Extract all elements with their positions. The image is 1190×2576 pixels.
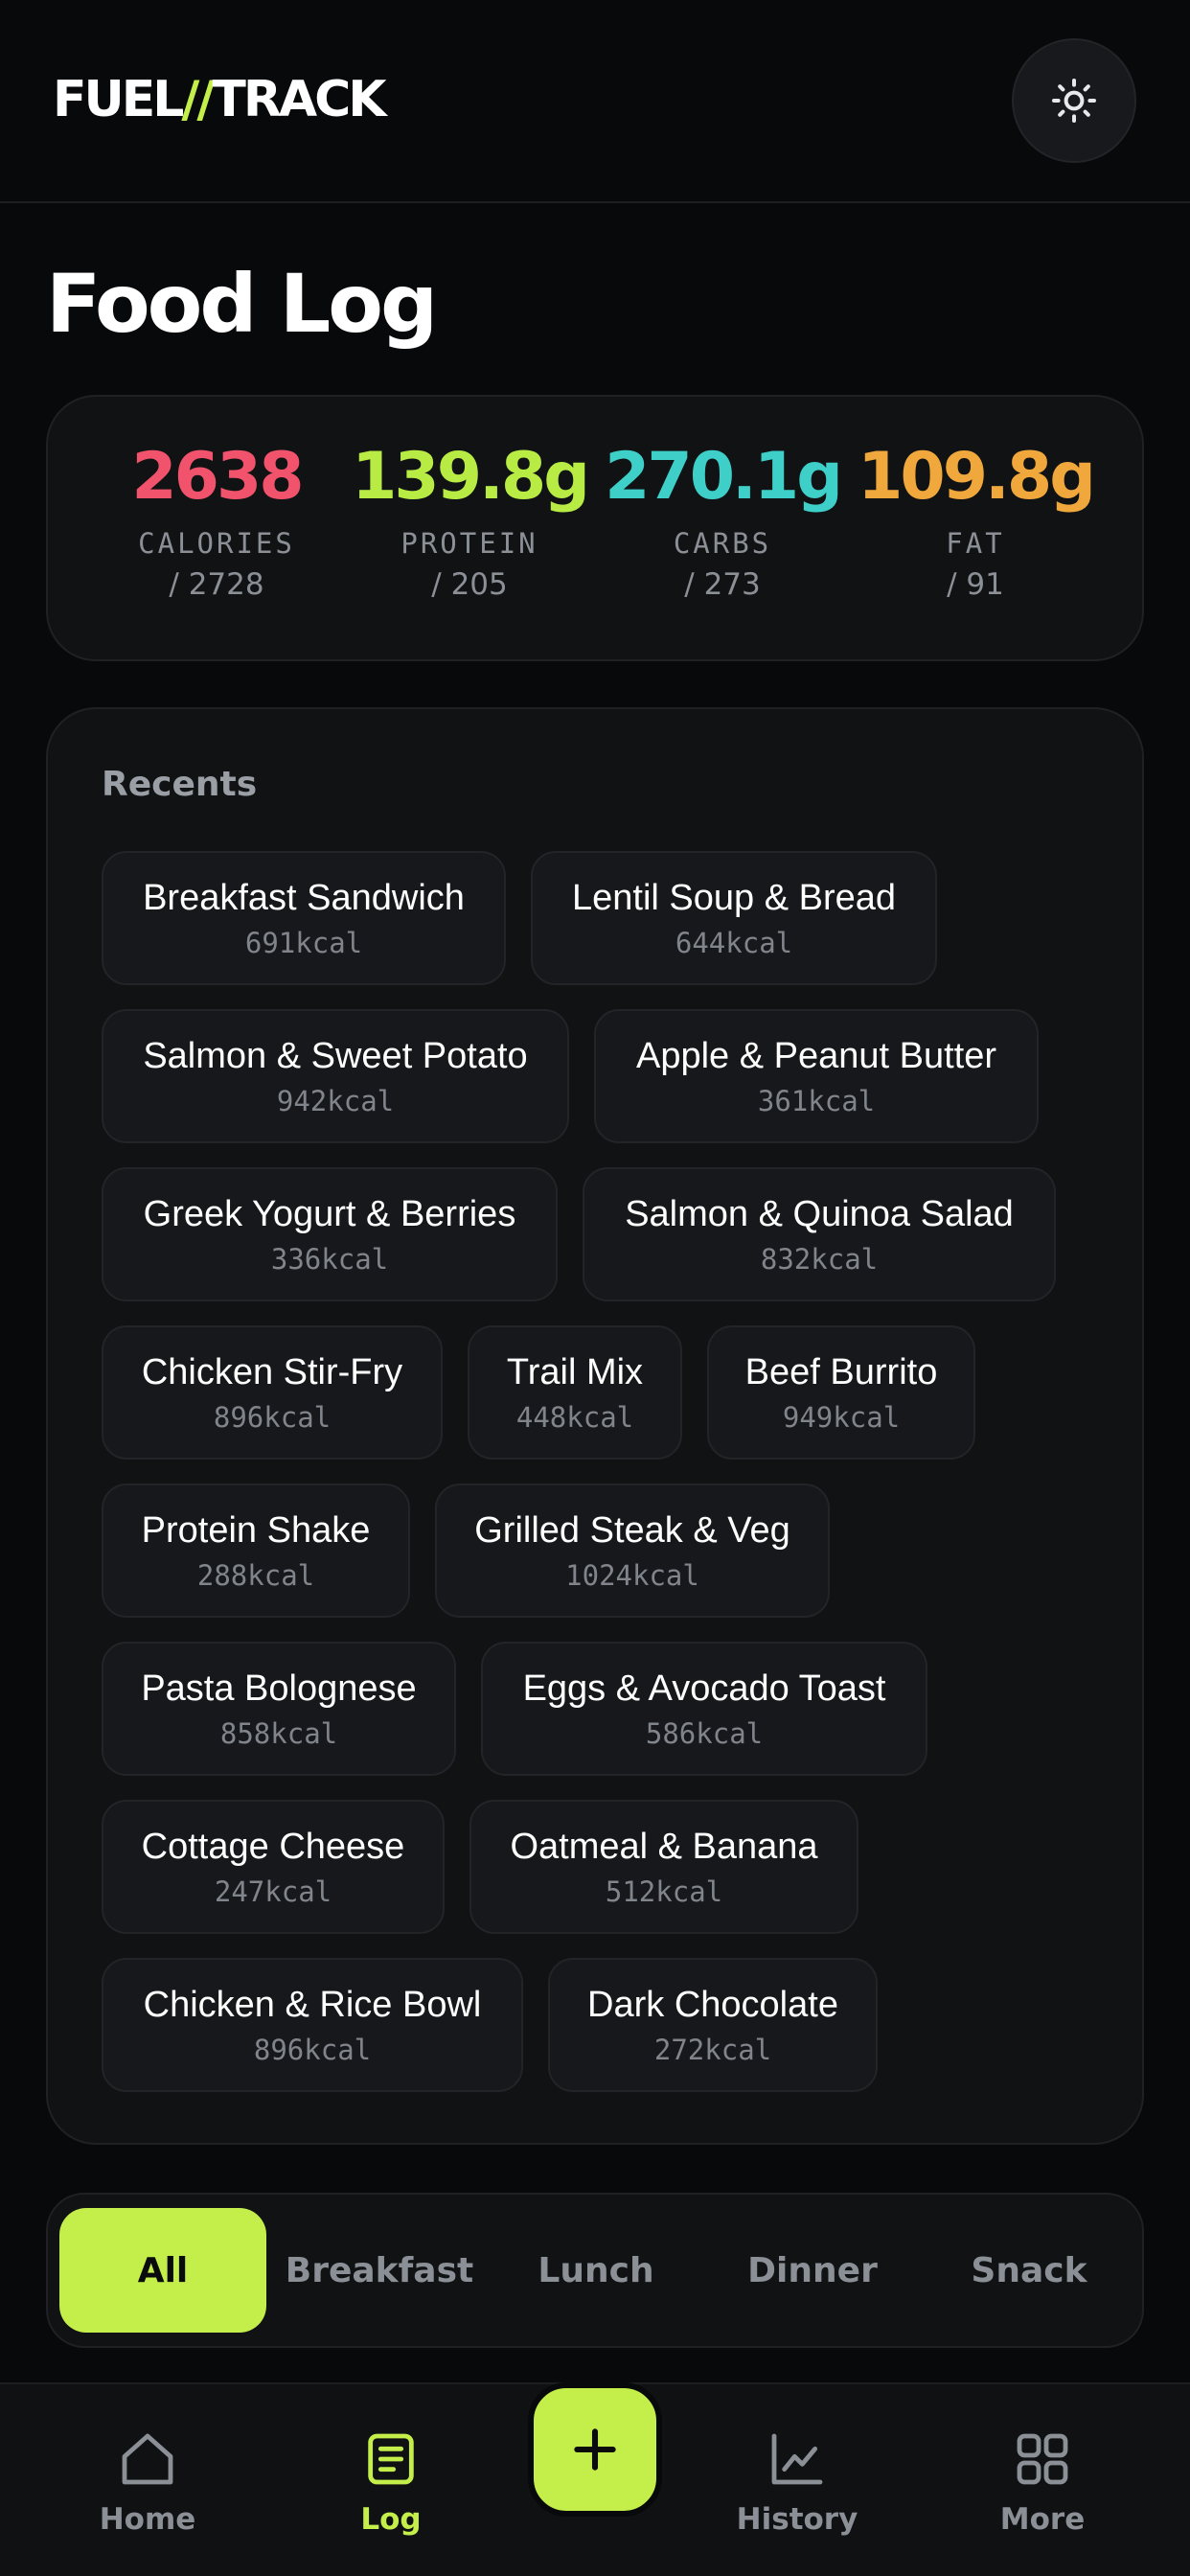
food-name: Lentil Soup & Bread: [571, 878, 896, 918]
food-name: Salmon & Sweet Potato: [143, 1036, 528, 1076]
food-kcal: 942kcal: [276, 1085, 395, 1117]
recent-food-chip[interactable]: Dark Chocolate 272kcal: [548, 1958, 878, 2092]
nav-log-label: Log: [360, 2502, 422, 2537]
carbs-value: 270.1g: [605, 439, 843, 515]
fat-value: 109.8g: [858, 439, 1096, 515]
page-title: Food Log: [46, 257, 438, 351]
food-kcal: 896kcal: [253, 2034, 372, 2066]
notepad-icon: [368, 2433, 414, 2485]
nav-history-label: History: [736, 2502, 858, 2537]
food-name: Protein Shake: [141, 1510, 371, 1551]
tab-all[interactable]: All: [59, 2208, 266, 2333]
home-icon: [122, 2433, 173, 2485]
food-name: Chicken Stir-Fry: [141, 1352, 403, 1392]
tab-breakfast[interactable]: Breakfast: [276, 2208, 483, 2333]
food-kcal: 949kcal: [782, 1401, 901, 1434]
food-kcal: 832kcal: [760, 1243, 879, 1276]
food-name: Beef Burrito: [744, 1352, 938, 1392]
nav-more-label: More: [999, 2502, 1086, 2537]
food-kcal: 272kcal: [653, 2034, 772, 2066]
recents-title: Recents: [102, 765, 258, 804]
calories-goal: / 2728: [169, 567, 264, 602]
food-name: Dark Chocolate: [587, 1985, 838, 2025]
recent-food-chip[interactable]: Eggs & Avocado Toast 586kcal: [481, 1642, 927, 1776]
recent-food-chip[interactable]: Chicken & Rice Bowl 896kcal: [102, 1958, 523, 2092]
food-kcal: 361kcal: [757, 1085, 876, 1117]
meal-filter-tabs: All Breakfast Lunch Dinner Snack: [46, 2193, 1144, 2348]
food-kcal: 896kcal: [213, 1401, 332, 1434]
nav-log[interactable]: Log: [295, 2428, 487, 2537]
fat-label: FAT: [946, 527, 1005, 560]
recent-food-chip[interactable]: Oatmeal & Banana 512kcal: [469, 1800, 858, 1934]
recent-food-chip[interactable]: Cottage Cheese 247kcal: [102, 1800, 445, 1934]
add-food-button[interactable]: [528, 2382, 662, 2517]
recent-food-chip[interactable]: Apple & Peanut Butter 361kcal: [594, 1009, 1039, 1143]
calories-stat: 2638 CALORIES / 2728: [92, 439, 341, 603]
recent-food-chip[interactable]: Trail Mix 448kcal: [468, 1325, 682, 1460]
carbs-goal: / 273: [684, 567, 761, 602]
recent-food-chip[interactable]: Salmon & Sweet Potato 942kcal: [102, 1009, 569, 1143]
recent-food-chip[interactable]: Lentil Soup & Bread 644kcal: [531, 851, 937, 985]
nav-home-label: Home: [99, 2502, 196, 2537]
nav-history[interactable]: History: [701, 2428, 893, 2537]
fat-goal: / 91: [947, 567, 1004, 602]
food-kcal: 586kcal: [645, 1717, 764, 1750]
food-name: Grilled Steak & Veg: [474, 1510, 790, 1551]
recent-food-chip[interactable]: Salmon & Quinoa Salad 832kcal: [583, 1167, 1056, 1301]
food-name: Cottage Cheese: [141, 1827, 405, 1867]
food-name: Oatmeal & Banana: [510, 1827, 818, 1867]
nav-more[interactable]: More: [947, 2428, 1138, 2537]
recent-food-chip[interactable]: Beef Burrito 949kcal: [707, 1325, 975, 1460]
chart-line-icon: [771, 2433, 823, 2485]
recent-food-chip[interactable]: Greek Yogurt & Berries 336kcal: [102, 1167, 558, 1301]
tab-dinner[interactable]: Dinner: [709, 2208, 916, 2333]
macro-summary-card: 2638 CALORIES / 2728 139.8g PROTEIN / 20…: [46, 395, 1144, 661]
food-name: Salmon & Quinoa Salad: [625, 1194, 1014, 1234]
carbs-stat: 270.1g CARBS / 273: [598, 439, 847, 603]
food-name: Pasta Bolognese: [141, 1668, 417, 1709]
food-kcal: 858kcal: [219, 1717, 338, 1750]
food-kcal: 247kcal: [214, 1875, 332, 1908]
tab-lunch[interactable]: Lunch: [492, 2208, 699, 2333]
food-name: Breakfast Sandwich: [143, 878, 465, 918]
food-kcal: 448kcal: [515, 1401, 634, 1434]
protein-label: PROTEIN: [400, 527, 538, 560]
food-kcal: 644kcal: [675, 927, 793, 959]
recent-food-chip[interactable]: Grilled Steak & Veg 1024kcal: [435, 1484, 830, 1618]
recent-food-chip[interactable]: Breakfast Sandwich 691kcal: [102, 851, 506, 985]
calories-label: CALORIES: [138, 527, 295, 560]
grid-icon: [1017, 2433, 1068, 2485]
nav-home[interactable]: Home: [52, 2428, 243, 2537]
food-kcal: 336kcal: [270, 1243, 389, 1276]
food-name: Apple & Peanut Butter: [635, 1036, 997, 1076]
fat-stat: 109.8g FAT / 91: [851, 439, 1100, 603]
tab-snack[interactable]: Snack: [926, 2208, 1133, 2333]
food-kcal: 512kcal: [605, 1875, 723, 1908]
sun-icon: [1052, 79, 1096, 123]
recent-food-chip[interactable]: Protein Shake 288kcal: [102, 1484, 410, 1618]
food-name: Trail Mix: [506, 1352, 644, 1392]
app-header: FUEL//TRACK: [0, 0, 1190, 203]
plus-icon: [574, 2428, 616, 2471]
food-name: Greek Yogurt & Berries: [143, 1194, 516, 1234]
food-kcal: 691kcal: [244, 927, 363, 959]
protein-goal: / 205: [431, 567, 508, 602]
app-logo: FUEL//TRACK: [53, 71, 387, 128]
food-name: Chicken & Rice Bowl: [143, 1985, 482, 2025]
recents-card: Recents Breakfast Sandwich 691kcal Lenti…: [46, 707, 1144, 2145]
calories-value: 2638: [131, 439, 304, 515]
protein-stat: 139.8g PROTEIN / 205: [345, 439, 594, 603]
recent-food-chip[interactable]: Chicken Stir-Fry 896kcal: [102, 1325, 443, 1460]
food-name: Eggs & Avocado Toast: [522, 1668, 886, 1709]
theme-toggle-button[interactable]: [1012, 38, 1136, 163]
food-kcal: 288kcal: [196, 1559, 315, 1592]
food-kcal: 1024kcal: [565, 1559, 699, 1592]
recent-food-chip[interactable]: Pasta Bolognese 858kcal: [102, 1642, 456, 1776]
protein-value: 139.8g: [352, 439, 590, 515]
carbs-label: CARBS: [673, 527, 772, 560]
